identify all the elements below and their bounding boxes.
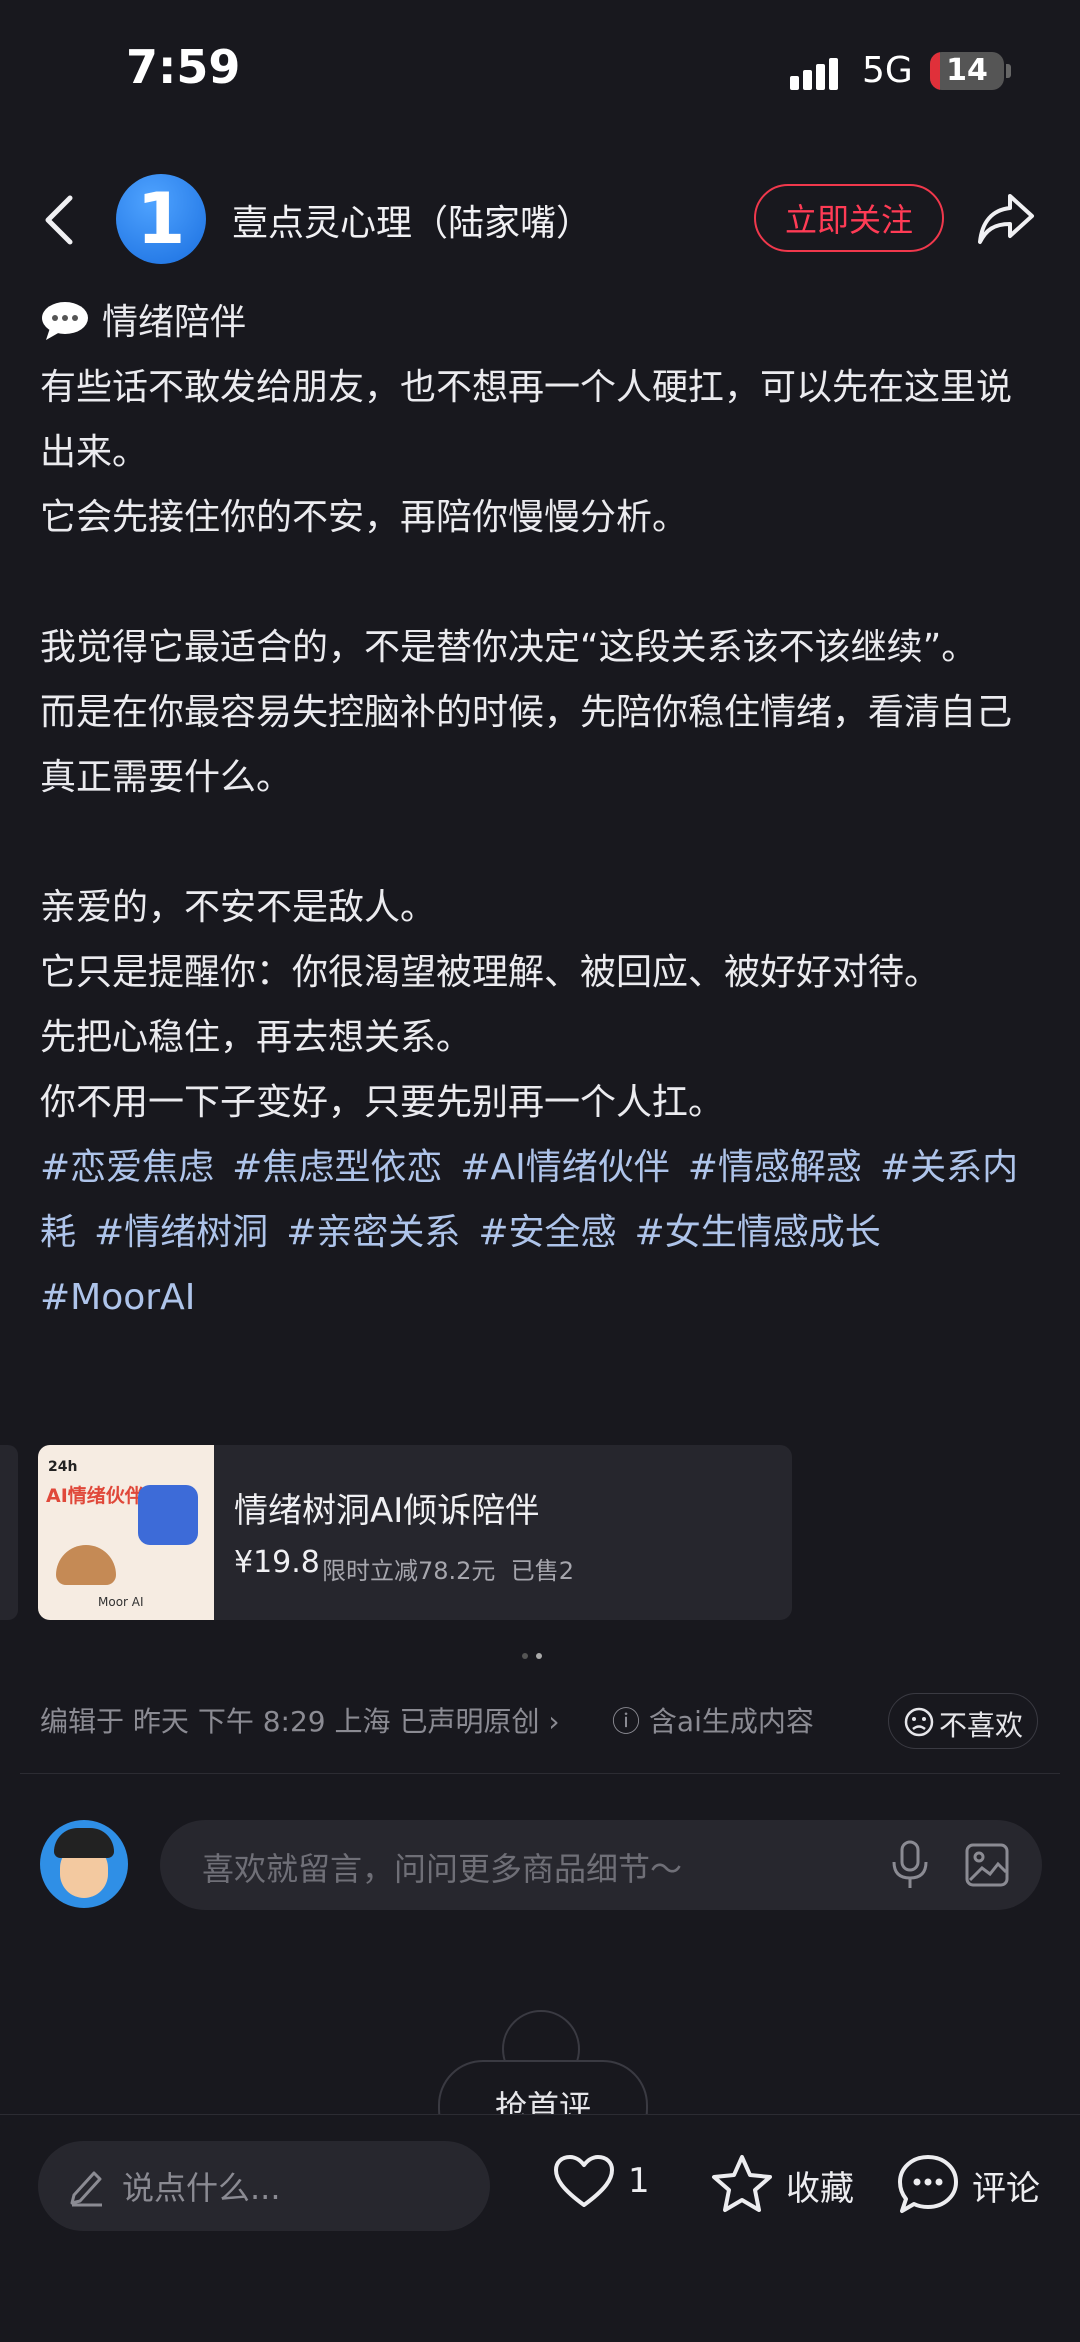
carousel-dot: [522, 1653, 528, 1659]
product-price: ¥19.8: [234, 1545, 320, 1580]
app-icon: [138, 1485, 198, 1545]
previous-card-peek[interactable]: [0, 1445, 18, 1620]
paragraph: 我觉得它最适合的，不是替你决定“这段关系该不该继续”。: [40, 627, 978, 668]
paragraph: 它只是提醒你：你很渴望被理解、被回应、被好好对待。: [40, 952, 941, 993]
edit-date: 昨天 下午 8:29: [132, 1705, 326, 1738]
comment-bubble-icon: [898, 2155, 958, 2213]
section-heading: 情绪陪伴: [40, 290, 1045, 355]
battery-icon: 14: [930, 52, 1004, 90]
product-card[interactable]: 24h AI情绪伙伴 Moor AI 情绪树洞AI倾诉陪伴 ¥19.8 限时立减…: [38, 1445, 792, 1620]
paragraph: 而是在你最容易失控脑补的时候，先陪你稳住情绪，看清自己真正需要什么。: [40, 692, 1013, 798]
product-promo: 限时立减78.2元 已售2: [322, 1551, 574, 1586]
comment-label: 评论: [972, 2169, 1040, 2209]
promo-text: 限时立减78.2元: [322, 1557, 496, 1585]
sold-count: 已售2: [510, 1557, 574, 1585]
hashtag-list: #恋爱焦虑 #焦虑型依恋 #AI情绪伙伴 #情感解惑 #关系内耗 #情绪树洞 #亲密关系 #安…: [40, 1135, 1045, 1330]
microphone-icon[interactable]: [888, 1840, 932, 1890]
post-body: 情绪陪伴 有些话不敢发给朋友，也不想再一个人硬扛，可以先在这里说出来。 它会先接…: [40, 290, 1045, 1330]
hashtag[interactable]: #焦虑型依恋: [232, 1147, 442, 1188]
paragraph: 有些话不敢发给朋友，也不想再一个人硬扛，可以先在这里说出来。: [40, 367, 1013, 473]
like-count: 1: [628, 2161, 650, 2201]
post-meta: 编辑于 昨天 下午 8:29 上海 已声明原创 ›: [40, 1700, 560, 1740]
frown-icon: [904, 1707, 934, 1737]
hashtag[interactable]: #MoorAI: [40, 1277, 195, 1318]
aigc-label: 含ai生成内容: [648, 1705, 814, 1738]
pencil-icon: [70, 2171, 102, 2207]
battery-level: 14: [946, 53, 988, 88]
hashtag[interactable]: #情感解惑: [688, 1147, 862, 1188]
thumb-brand: Moor AI: [98, 1595, 144, 1609]
original-declaration[interactable]: 已声明原创: [399, 1705, 539, 1738]
hashtag[interactable]: #安全感: [478, 1212, 616, 1253]
network-type: 5G: [862, 50, 913, 91]
location: 上海: [334, 1705, 391, 1738]
signal-icon: [790, 58, 838, 90]
user-avatar: [40, 1820, 128, 1908]
carousel-dot-active: [536, 1653, 542, 1659]
back-icon[interactable]: [40, 192, 80, 248]
account-name[interactable]: 壹点灵心理（陆家嘴）: [232, 194, 592, 246]
logo-mark: 1: [136, 178, 186, 260]
hashtag[interactable]: #情绪树洞: [94, 1212, 268, 1253]
product-thumbnail: 24h AI情绪伙伴 Moor AI: [38, 1445, 214, 1620]
product-title: 情绪树洞AI倾诉陪伴: [234, 1491, 540, 1531]
divider: [20, 1773, 1060, 1774]
dislike-button[interactable]: 不喜欢: [888, 1693, 1038, 1749]
speech-bubble-icon: [42, 302, 88, 340]
status-time: 7:59: [126, 40, 241, 94]
status-bar: 7:59 5G 14: [0, 0, 1080, 140]
otter-illustration: [56, 1545, 116, 1585]
image-icon[interactable]: [964, 1842, 1010, 1888]
edited-label: 编辑于: [40, 1705, 125, 1738]
comment-placeholder: 喜欢就留言，问问更多商品细节～: [202, 1850, 683, 1888]
paragraph: 先把心稳住，再去想关系。: [40, 1017, 473, 1058]
hashtag[interactable]: #女生情感成长: [635, 1212, 881, 1253]
share-icon[interactable]: [976, 190, 1036, 246]
paragraph: 亲爱的，不安不是敌人。: [40, 887, 437, 928]
hashtag[interactable]: #AI情绪伙伴: [460, 1147, 669, 1188]
battery-cap: [1006, 64, 1011, 78]
carousel-dots: [522, 1644, 550, 1663]
account-avatar[interactable]: 1: [116, 174, 206, 264]
aigc-notice[interactable]: ⓘ 含ai生成内容: [612, 1700, 814, 1740]
bottom-action-bar: 说点什么... 1 收藏 评论: [0, 2114, 1080, 2342]
collect-label: 收藏: [786, 2169, 854, 2209]
section-title: 情绪陪伴: [102, 302, 247, 343]
paragraph: 你不用一下子变好，只要先别再一个人扛。: [40, 1082, 725, 1123]
say-placeholder: 说点什么...: [122, 2169, 281, 2207]
hashtag[interactable]: #亲密关系: [286, 1212, 460, 1253]
thumb-badge: 24h: [48, 1459, 78, 1475]
follow-button[interactable]: 立即关注: [754, 184, 944, 252]
chevron-right-icon: ›: [539, 1705, 560, 1738]
paragraph: 它会先接住你的不安，再陪你慢慢分析。: [40, 497, 689, 538]
post-header: 1 壹点灵心理（陆家嘴） 立即关注: [0, 170, 1080, 270]
say-something-input[interactable]: 说点什么...: [38, 2141, 490, 2231]
dislike-label: 不喜欢: [939, 1709, 1024, 1742]
heart-icon: [554, 2155, 614, 2207]
avatar-hair: [54, 1828, 114, 1858]
comment-input[interactable]: 喜欢就留言，问问更多商品细节～: [160, 1820, 1042, 1910]
thumb-title: AI情绪伙伴: [46, 1485, 144, 1507]
star-icon: [712, 2155, 772, 2212]
hashtag[interactable]: #恋爱焦虑: [40, 1147, 214, 1188]
info-icon: ⓘ: [612, 1705, 641, 1738]
